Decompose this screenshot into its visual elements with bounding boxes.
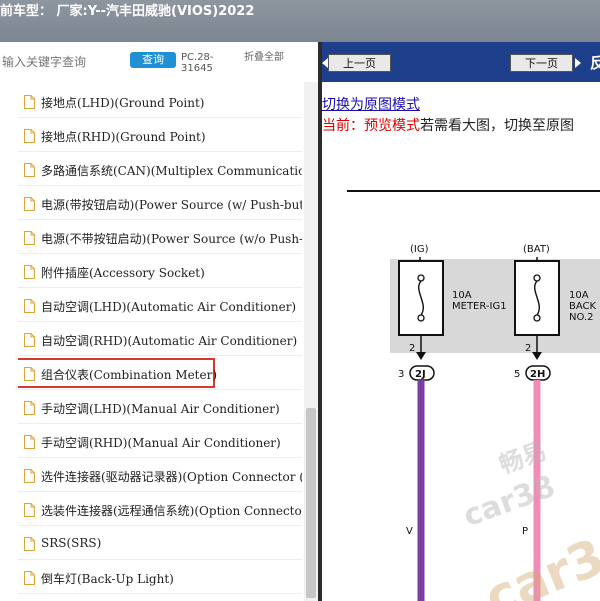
search-input[interactable] [2, 52, 124, 72]
wiring-diagram: (IG) (BAT) 10A METER-IG1 2 10A BACK NO.2… [347, 190, 600, 601]
wire-tag-p: P [522, 526, 528, 537]
circuit-tree: 接地点(LHD)(Ground Point) 接地点(RHD)(Ground Po… [0, 82, 303, 601]
connector-2h-id: 2H [530, 369, 545, 380]
tree-item-label: 手动空调(RHD)(Manual Air Conditioner) [41, 436, 281, 450]
document-icon [24, 231, 35, 245]
pc-code: PC.28-31645 [181, 52, 214, 74]
tree-item-label: 电源(带按钮启动)(Power Source (w/ Push-button [41, 198, 302, 212]
document-icon [24, 265, 35, 279]
current-prefix: 当前： [322, 118, 364, 134]
connector-2j-id: 2J [415, 369, 426, 380]
fuse2-amp: 10A [569, 290, 589, 301]
tree-scrollbar[interactable] [304, 82, 318, 601]
connector-2j-num: 3 [398, 369, 404, 380]
fuse1-amp: 10A [452, 290, 472, 301]
document-icon [24, 503, 35, 517]
document-icon [24, 571, 35, 585]
tree-item-label: 自动空调(LHD)(Automatic Air Conditioner) [41, 300, 297, 314]
bat-label: (BAT) [523, 244, 550, 255]
fuse1-top-terminal [417, 274, 425, 282]
tree-item[interactable]: 组合仪表(Combination Meter) [18, 358, 302, 390]
tree-item[interactable]: 多路通信系统(CAN)(Multiplex Communication [18, 154, 302, 186]
tree-item[interactable]: 手动空调(RHD)(Manual Air Conditioner) [18, 426, 302, 458]
current-mode: 预览模式 [364, 118, 420, 134]
next-arrow-icon[interactable] [575, 58, 581, 68]
document-icon [24, 197, 35, 211]
switch-original-link[interactable]: 切换为原图模式 [322, 94, 420, 114]
tree-item-label: 附件插座(Accessory Socket) [41, 266, 205, 280]
tree-item[interactable]: SRS(SRS) [18, 528, 302, 560]
fuse2-arrow [532, 352, 542, 360]
document-icon [24, 299, 35, 313]
next-page-button[interactable]: 下一页 [510, 54, 573, 72]
tree-item-label: 自动空调(RHD)(Automatic Air Conditioner) [41, 334, 298, 348]
document-icon [24, 129, 35, 143]
tree-item-label: 倒车灯(Back-Up Light) [41, 572, 174, 586]
current-mode-line: 当前：预览模式若需看大图，切换至原图 [322, 115, 574, 135]
tree-item[interactable]: 选装件连接器(远程通信系统)(Option Connecto [18, 494, 302, 526]
tree-item-label: 选件连接器(驱动器记录器)(Option Connector ( [41, 470, 302, 484]
tree-item-label: SRS(SRS) [41, 536, 102, 550]
tree-item-label: 选装件连接器(远程通信系统)(Option Connecto [41, 504, 302, 518]
tree-item[interactable]: 自动空调(RHD)(Automatic Air Conditioner) [18, 324, 302, 356]
tree-item-label: 电源(不带按钮启动)(Power Source (w/o Push-bu [41, 232, 302, 246]
fuse2-name: BACK [569, 301, 597, 312]
fuse2-bottom-terminal [533, 314, 541, 322]
tree-item[interactable]: 电源(带按钮启动)(Power Source (w/ Push-button [18, 188, 302, 220]
connector-2h-num: 5 [514, 369, 520, 380]
tree-item-label: 接地点(RHD)(Ground Point) [41, 130, 206, 144]
tree-item-label: 手动空调(LHD)(Manual Air Conditioner) [41, 402, 280, 416]
prev-page-button[interactable]: 上一页 [328, 54, 391, 72]
viewer-panel: 上一页 下一页 反 切换为原图模式 当前：预览模式若需看大图，切换至原图 (IG… [322, 42, 600, 601]
fuse1-name: METER-IG1 [452, 301, 507, 312]
tree-item[interactable]: 选件连接器(驱动器记录器)(Option Connector ( [18, 460, 302, 492]
tree-item[interactable]: 接地点(LHD)(Ground Point) [18, 86, 302, 118]
tree-item[interactable]: 附件插座(Accessory Socket) [18, 256, 302, 288]
tree-item[interactable]: 手动空调(LHD)(Manual Air Conditioner) [18, 392, 302, 424]
window-title-bar: 前车型： 厂家:Y--汽丰田威驰(VIOS)2022 [0, 0, 600, 42]
tree-item[interactable]: 自动空调(LHD)(Automatic Air Conditioner) [18, 290, 302, 322]
fuse2-top-terminal [533, 274, 541, 282]
search-button[interactable]: 查询 [130, 52, 176, 68]
tree-item[interactable]: 电源(不带按钮启动)(Power Source (w/o Push-bu [18, 222, 302, 254]
scrollbar-thumb[interactable] [306, 408, 316, 598]
document-icon [24, 163, 35, 177]
document-icon [24, 333, 35, 347]
nav-extra-label[interactable]: 反 [590, 52, 600, 73]
tree-item-label: 接地点(LHD)(Ground Point) [41, 96, 205, 110]
window-title: 前车型： 厂家:Y--汽丰田威驰(VIOS)2022 [0, 4, 255, 19]
fuse1-arrow [416, 352, 426, 360]
left-panel: 查询 PC.28-31645 折叠全部 接地点(LHD)(Ground Poin… [0, 42, 318, 601]
document-icon [24, 435, 35, 449]
fuse1-pin: 2 [409, 343, 415, 354]
document-icon [24, 401, 35, 415]
fuse1-bottom-terminal [417, 314, 425, 322]
tree-item[interactable]: 接地点(RHD)(Ground Point) [18, 120, 302, 152]
ig-label: (IG) [410, 244, 429, 255]
current-hint: 若需看大图，切换至原图 [420, 118, 574, 134]
fuse2-pin: 2 [525, 343, 531, 354]
fuse2-no: NO.2 [569, 312, 594, 323]
wire-tag-v: V [406, 526, 413, 537]
search-row: 查询 PC.28-31645 折叠全部 [0, 42, 318, 82]
tree-item-label: 组合仪表(Combination Meter) [41, 368, 218, 382]
document-icon [24, 469, 35, 483]
document-icon [24, 95, 35, 109]
collapse-all-button[interactable]: 折叠全部 [244, 52, 288, 63]
document-icon [24, 367, 35, 381]
tree-item[interactable]: 倒车灯(Back-Up Light) [18, 562, 302, 594]
tree-item-label: 多路通信系统(CAN)(Multiplex Communication [41, 164, 302, 178]
viewer-nav-bar: 上一页 下一页 反 [322, 42, 600, 82]
document-icon [24, 537, 35, 551]
